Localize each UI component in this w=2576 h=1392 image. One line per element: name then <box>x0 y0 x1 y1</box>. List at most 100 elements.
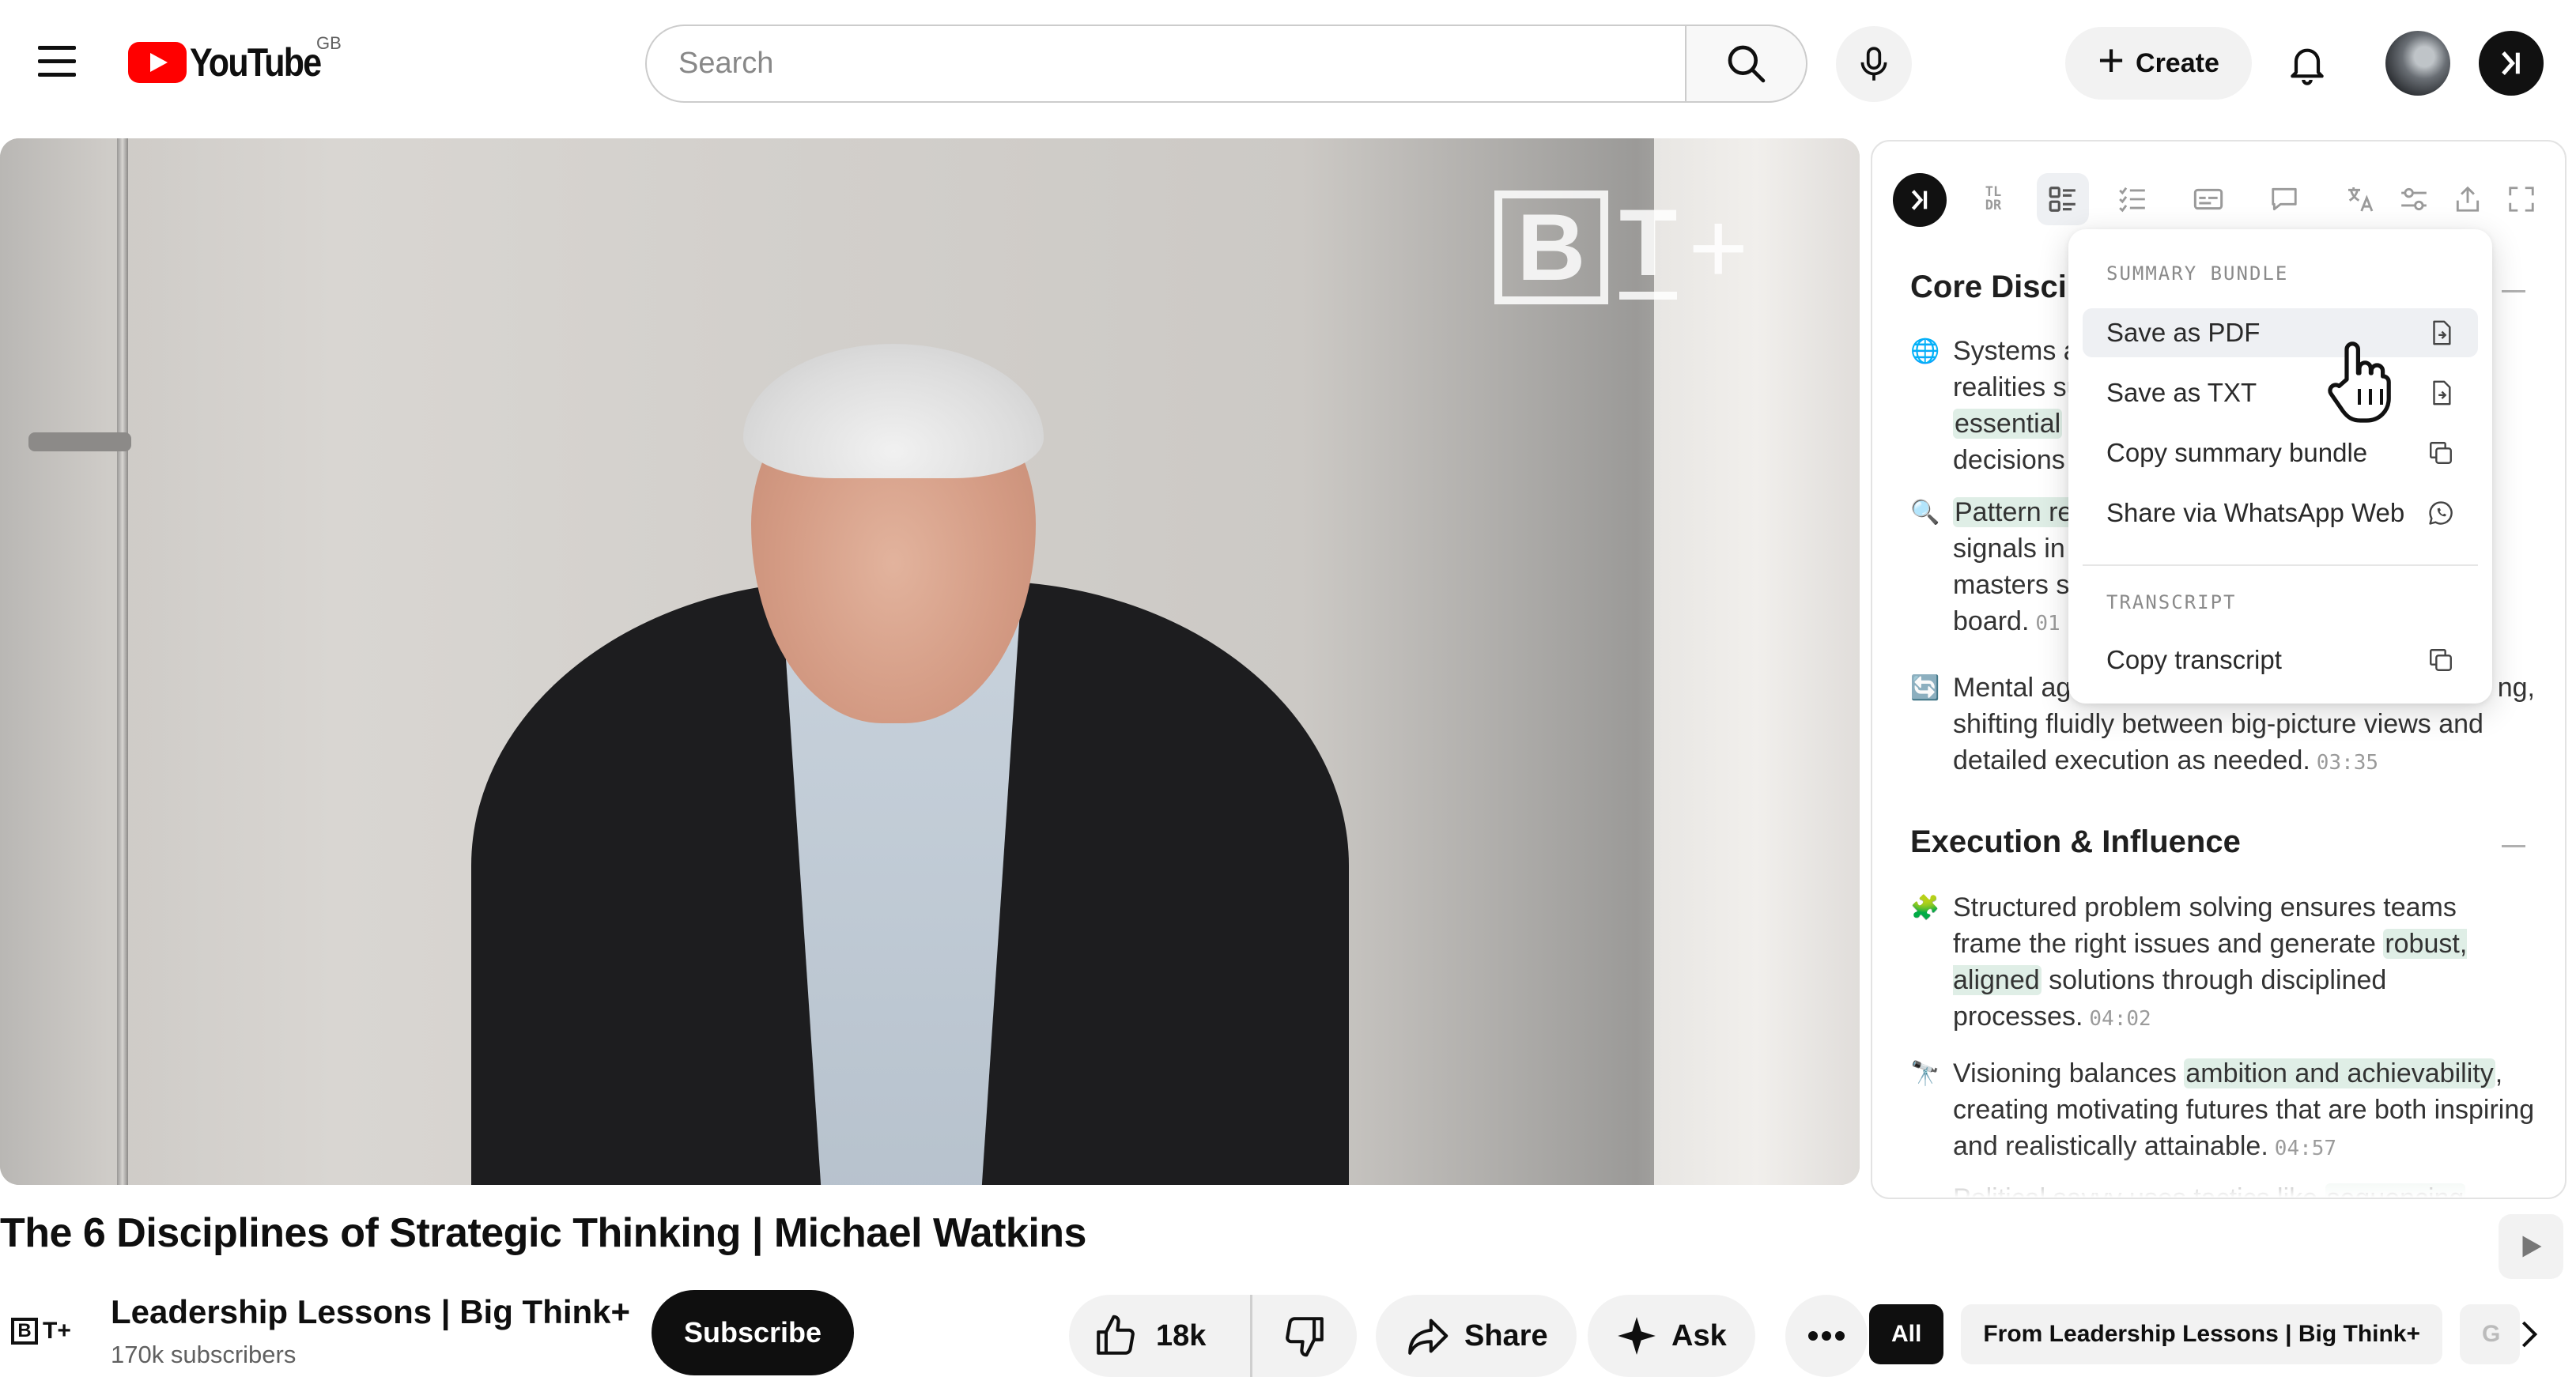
whatsapp-icon <box>2429 501 2453 525</box>
play-next-button[interactable] <box>2499 1214 2563 1279</box>
youtube-logo-text: YouTube <box>190 40 322 85</box>
more-horizontal-icon <box>1808 1331 1845 1341</box>
panel-logo-button[interactable] <box>1893 173 1947 227</box>
bullet-text: shifting fluidly between big-picture vie… <box>1953 709 2483 775</box>
watermark-b: B <box>1494 191 1608 304</box>
sliders-icon <box>2401 187 2427 211</box>
copy-summary-bundle-item[interactable]: Copy summary bundle <box>2083 428 2478 477</box>
bullet-line: signals in <box>1953 534 2065 564</box>
search-bar <box>645 25 1807 103</box>
account-avatar[interactable] <box>2385 31 2450 96</box>
channel-watermark: B T + <box>1494 191 1748 304</box>
channel-avatar[interactable]: B T+ <box>11 1315 82 1347</box>
upload-export-icon <box>2456 186 2480 212</box>
summary-bullet: 🧩 Structured problem solving ensures tea… <box>1910 889 2535 1037</box>
subscriber-count: 170k subscribers <box>111 1341 297 1368</box>
search-icon <box>1728 45 1765 82</box>
chips-next-button[interactable] <box>2499 1304 2559 1364</box>
voice-search-button[interactable] <box>1836 26 1912 102</box>
menu-item-label: Copy transcript <box>2106 645 2282 674</box>
search-button[interactable] <box>1685 25 1807 103</box>
extension-logo-icon <box>2502 51 2520 75</box>
youtube-logo[interactable]: YouTube <box>128 40 342 85</box>
watermark-t: T <box>1619 195 1678 300</box>
like-count: 18k <box>1156 1318 1207 1352</box>
more-actions-button[interactable] <box>1785 1295 1868 1377</box>
copy-transcript-item[interactable]: Copy transcript <box>2083 636 2478 685</box>
translate-button[interactable] <box>2334 173 2386 225</box>
guide-menu-icon[interactable] <box>38 46 76 77</box>
share-label: Share <box>1464 1318 1548 1352</box>
search-box[interactable] <box>645 25 1685 103</box>
summary-view-button[interactable] <box>2037 173 2089 225</box>
thumbs-up-icon <box>1097 1315 1135 1355</box>
copy-icon <box>2430 442 2452 464</box>
captions-icon <box>2193 188 2223 210</box>
dislike-button[interactable] <box>1252 1313 1357 1359</box>
create-button[interactable]: + Create <box>2065 27 2252 100</box>
globe-icon: 🌐 <box>1910 338 1940 364</box>
summary-list-icon <box>2049 187 2076 212</box>
video-title: The 6 Disciplines of Strategic Thinking … <box>0 1210 1086 1256</box>
export-menu: SUMMARY BUNDLE Save as PDF Save as TXT C… <box>2068 229 2492 704</box>
bell-icon <box>2291 48 2324 85</box>
magnifier-icon: 🔍 <box>1910 500 1940 526</box>
microphone-icon <box>1860 47 1887 81</box>
chevron-right-icon <box>2521 1321 2538 1348</box>
share-button[interactable]: Share <box>1376 1295 1577 1377</box>
country-code: GB <box>316 33 342 53</box>
bullet-text: Structured problem solving ensures teams… <box>1953 892 2457 959</box>
bullet-line: realities su <box>1953 372 2082 402</box>
channel-logo-b: B <box>11 1318 38 1345</box>
menu-item-label: Copy summary bundle <box>2106 438 2368 467</box>
menu-item-label: Save as TXT <box>2106 378 2257 407</box>
translate-icon <box>2348 187 2374 212</box>
chip-all[interactable]: All <box>1869 1304 1944 1364</box>
fullscreen-button[interactable] <box>2495 173 2548 225</box>
tldr-icon: TL DR <box>1985 184 2002 213</box>
watermark-plus: + <box>1688 190 1749 305</box>
section-collapse-button[interactable] <box>2502 290 2525 292</box>
captions-button[interactable] <box>2182 173 2234 225</box>
save-as-txt-item[interactable]: Save as TXT <box>2083 368 2478 417</box>
share-whatsapp-item[interactable]: Share via WhatsApp Web <box>2083 489 2478 538</box>
save-as-pdf-item[interactable]: Save as PDF <box>2083 308 2478 357</box>
chat-button[interactable] <box>2258 173 2310 225</box>
tldr-button[interactable]: TL DR <box>1967 173 2019 225</box>
section-collapse-button[interactable] <box>2502 845 2525 847</box>
chat-bubble-icon <box>2272 187 2297 211</box>
extension-button[interactable] <box>2479 31 2544 96</box>
ask-label: Ask <box>1671 1318 1727 1352</box>
masthead: YouTube GB + Create <box>0 0 2576 126</box>
timestamp-link[interactable]: 01 <box>2035 612 2060 636</box>
search-input[interactable] <box>678 47 1685 81</box>
like-dislike-bar: 18k <box>1069 1295 1357 1377</box>
checklist-button[interactable] <box>2106 173 2159 225</box>
timestamp-link[interactable]: 04:02 <box>2089 1007 2151 1031</box>
youtube-play-icon <box>128 42 187 83</box>
section-title: Execution & Influence <box>1910 824 2241 859</box>
ask-button[interactable]: Ask <box>1588 1295 1755 1377</box>
panel-fade <box>1872 1150 2565 1198</box>
channel-logo-t: T+ <box>43 1318 71 1344</box>
video-player[interactable]: B T + <box>0 138 1860 1185</box>
extension-logo-icon <box>1911 190 1928 210</box>
bullet-line: board. <box>1953 606 2030 636</box>
settings-sliders-button[interactable] <box>2388 173 2440 225</box>
thumbs-down-icon <box>1286 1317 1324 1357</box>
panel-toolbar: TL DR <box>1872 157 2565 233</box>
bullet-line: decisions <box>1953 445 2065 475</box>
channel-name[interactable]: Leadership Lessons | Big Think+ <box>111 1293 630 1331</box>
create-label: Create <box>2136 47 2219 78</box>
bullet-line: masters s <box>1953 570 2070 600</box>
export-button[interactable] <box>2442 173 2494 225</box>
checklist-icon <box>2119 187 2145 213</box>
like-button[interactable]: 18k <box>1069 1295 1252 1377</box>
chip-from-channel[interactable]: From Leadership Lessons | Big Think+ <box>1961 1304 2443 1364</box>
menu-section-header: SUMMARY BUNDLE <box>2106 262 2289 285</box>
file-export-icon <box>2433 320 2451 345</box>
timestamp-link[interactable]: 03:35 <box>2317 751 2378 775</box>
puzzle-icon: 🧩 <box>1910 895 1940 921</box>
subscribe-button[interactable]: Subscribe <box>652 1290 854 1375</box>
notifications-button[interactable] <box>2277 33 2337 93</box>
